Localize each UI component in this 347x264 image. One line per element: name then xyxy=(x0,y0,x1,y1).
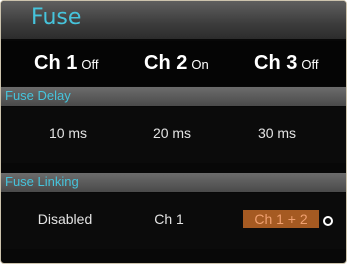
channel-1[interactable]: Ch 1 Off xyxy=(34,52,98,75)
fuse-delay-value-1[interactable]: 10 ms xyxy=(18,125,118,141)
fuse-linking-label: Fuse Linking xyxy=(5,174,79,189)
channel-1-name: Ch 1 xyxy=(34,52,78,74)
channel-1-state: Off xyxy=(81,57,99,72)
channel-3[interactable]: Ch 3 Off xyxy=(254,52,318,75)
fuse-linking-option-ch1[interactable]: Ch 1 xyxy=(119,211,219,227)
fuse-linking-option-ch1-2[interactable]: Ch 1 + 2 xyxy=(243,210,319,228)
page-title: Fuse xyxy=(31,5,82,30)
fuse-linking-row: Disabled Ch 1 Ch 1 + 2 xyxy=(1,193,346,249)
channel-2[interactable]: Ch 2 On xyxy=(144,52,209,75)
channel-row: Ch 1 Off Ch 2 On Ch 3 Off xyxy=(1,41,346,86)
title-bar: Fuse xyxy=(1,1,346,39)
cursor-icon xyxy=(323,216,333,226)
fuse-delay-label: Fuse Delay xyxy=(5,88,71,103)
channel-2-name: Ch 2 xyxy=(144,52,188,74)
fuse-linking-option-disabled[interactable]: Disabled xyxy=(15,211,115,227)
channel-3-state: Off xyxy=(301,57,319,72)
channel-2-state: On xyxy=(191,57,209,72)
fuse-delay-value-2[interactable]: 20 ms xyxy=(122,125,222,141)
fuse-linking-header: Fuse Linking xyxy=(1,173,346,192)
channel-3-name: Ch 3 xyxy=(254,52,298,74)
fuse-screen: Fuse Ch 1 Off Ch 2 On Ch 3 Off Fuse Delay 1… xyxy=(0,0,347,264)
fuse-delay-row: 10 ms 20 ms 30 ms xyxy=(1,107,346,163)
fuse-delay-header: Fuse Delay xyxy=(1,87,346,106)
fuse-delay-value-3[interactable]: 30 ms xyxy=(227,125,327,141)
